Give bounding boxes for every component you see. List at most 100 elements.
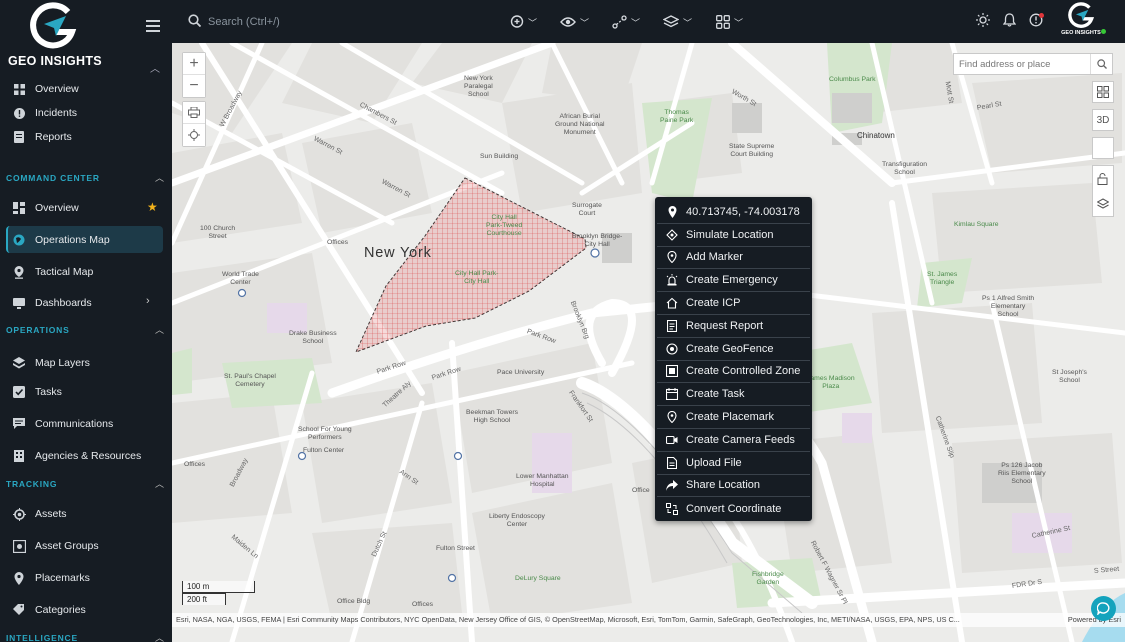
app: GEO INSIGHTS ︿ Overview Incidents Report… <box>0 0 1125 642</box>
building-icon <box>12 449 26 463</box>
nav-label: Overview <box>35 83 79 95</box>
ctx-share-location[interactable]: Share Location <box>657 475 810 498</box>
ctx-create-emergency[interactable]: Create Emergency <box>657 269 810 293</box>
nav-label: Categories <box>35 604 86 616</box>
checkbox-icon <box>12 385 26 399</box>
map-label: Transfiguration School <box>882 161 928 176</box>
nav-reports[interactable]: Reports <box>12 126 72 148</box>
ctx-upload-file[interactable]: Upload File <box>657 452 810 475</box>
nav-label: Asset Groups <box>35 540 99 552</box>
share-icon <box>666 479 678 491</box>
nav-assets[interactable]: Assets <box>12 503 67 525</box>
map-label: 100 Church Street <box>200 225 236 240</box>
map-label: DeLury Square <box>515 575 561 582</box>
zoom-in-button[interactable]: + <box>183 53 205 75</box>
map-label: African Burial Ground National Monument <box>555 113 605 136</box>
nav-incidents[interactable]: Incidents <box>12 102 77 124</box>
star-icon[interactable]: ★ <box>147 200 158 214</box>
chevron-up-icon[interactable]: ︿ <box>155 171 164 184</box>
chevron-down-icon: ﹀ <box>631 17 641 28</box>
nav-map-layers[interactable]: Map Layers <box>12 352 90 374</box>
chevron-right-icon[interactable]: › <box>146 295 150 307</box>
layers-icon[interactable] <box>1097 197 1109 210</box>
address-search-button[interactable] <box>1090 54 1112 74</box>
chevron-up-icon[interactable]: ︿ <box>155 631 164 642</box>
ctx-convert-coordinate[interactable]: Convert Coordinate <box>657 497 810 520</box>
search-icon[interactable] <box>188 14 201 27</box>
user-avatar[interactable]: GEO INSIGHTS <box>1056 2 1106 42</box>
tags-icon <box>12 603 26 617</box>
section-tracking[interactable]: TRACKING <box>6 479 57 489</box>
notification-dot <box>1039 13 1044 18</box>
nav-categories[interactable]: Categories <box>12 599 86 621</box>
ctx-create-geofence[interactable]: Create GeoFence <box>657 338 810 361</box>
map-label: Surrogate Court <box>572 202 602 217</box>
ctx-label: Convert Coordinate <box>686 502 782 515</box>
ctx-create-controlled-zone[interactable]: Create Controlled Zone <box>657 361 810 384</box>
brightness-icon[interactable] <box>976 13 990 27</box>
visibility-tool[interactable]: ﹀ <box>560 13 589 31</box>
geo-insights-logo-icon <box>1068 2 1095 28</box>
nav-overview[interactable]: Overview <box>12 78 79 100</box>
search-icon <box>1096 59 1107 69</box>
nav-cc-overview[interactable]: Overview <box>12 197 79 219</box>
calendar-icon <box>666 388 678 401</box>
basemap-gallery-button[interactable] <box>1092 81 1114 103</box>
chat-bubble-icon <box>1097 602 1110 615</box>
nav-agencies[interactable]: Agencies & Resources <box>12 445 141 467</box>
nav-label: Overview <box>35 202 79 214</box>
app-logo[interactable]: GEO INSIGHTS <box>6 2 106 68</box>
layers-tool[interactable]: ﹀ <box>663 13 692 31</box>
ctx-coordinates[interactable]: 40.713745, -74.003178 <box>657 201 810 224</box>
zoom-controls: + − <box>182 52 206 98</box>
zoom-out-button[interactable]: − <box>183 75 205 97</box>
chevron-up-icon[interactable]: ︿ <box>150 60 160 75</box>
apps-tool[interactable]: ﹀ <box>716 13 743 31</box>
ctx-label: Create Placemark <box>686 411 775 424</box>
ctx-create-icp[interactable]: Create ICP <box>657 292 810 315</box>
ctx-create-placemark[interactable]: Create Placemark <box>657 406 810 429</box>
chevron-up-icon[interactable]: ︿ <box>155 477 164 490</box>
ctx-request-report[interactable]: Request Report <box>657 315 810 338</box>
locate-icon <box>188 129 200 141</box>
nav-label: Tasks <box>35 386 62 398</box>
apps-grid-icon <box>716 15 730 29</box>
print-button[interactable] <box>183 102 205 124</box>
nav-asset-groups[interactable]: Asset Groups <box>12 535 99 557</box>
add-location-tool[interactable]: ﹀ <box>510 13 537 31</box>
bell-icon[interactable] <box>1003 13 1016 27</box>
section-intelligence[interactable]: INTELLIGENCE <box>6 633 78 642</box>
menu-toggle-icon[interactable] <box>146 20 160 32</box>
monitor-icon <box>12 296 26 310</box>
nav-operations-map[interactable]: Operations Map <box>12 229 110 251</box>
ctx-add-marker[interactable]: Add Marker <box>657 247 810 270</box>
address-search-input[interactable] <box>954 54 1090 74</box>
nav-tasks[interactable]: Tasks <box>12 381 62 403</box>
ctx-simulate-location[interactable]: Simulate Location <box>657 224 810 247</box>
global-search-input[interactable] <box>208 12 408 32</box>
route-tool[interactable]: ﹀ <box>612 13 640 31</box>
map-label: New York Paralegal School <box>464 75 493 98</box>
ctx-create-task[interactable]: Create Task <box>657 383 810 407</box>
grid-icon <box>12 82 26 96</box>
section-command-center[interactable]: COMMAND CENTER <box>6 173 100 183</box>
map-label: James Madison Plaza <box>807 375 855 390</box>
nav-tactical-map[interactable]: Tactical Map <box>12 261 93 283</box>
map-canvas[interactable]: New York 100 Church Street World Trade C… <box>172 43 1125 642</box>
convert-icon <box>666 502 678 515</box>
unlock-icon[interactable] <box>1097 172 1109 185</box>
view-3d-button[interactable]: 3D <box>1092 109 1114 131</box>
map-blank-button[interactable] <box>1092 137 1114 159</box>
ctx-label: Create Emergency <box>686 274 778 287</box>
nav-placemarks[interactable]: Placemarks <box>12 567 90 589</box>
ctx-label: Simulate Location <box>686 228 774 241</box>
home-icon <box>666 297 678 309</box>
user-logo-text: GEO INSIGHTS <box>1061 30 1101 36</box>
nav-communications[interactable]: Communications <box>12 413 113 435</box>
ctx-create-camera-feeds[interactable]: Create Camera Feeds <box>657 429 810 452</box>
nav-dashboards[interactable]: Dashboards <box>12 292 92 314</box>
chat-button[interactable] <box>1091 596 1116 621</box>
chevron-up-icon[interactable]: ︿ <box>155 323 164 336</box>
section-operations[interactable]: OPERATIONS <box>6 325 70 335</box>
locate-button[interactable] <box>183 124 205 146</box>
